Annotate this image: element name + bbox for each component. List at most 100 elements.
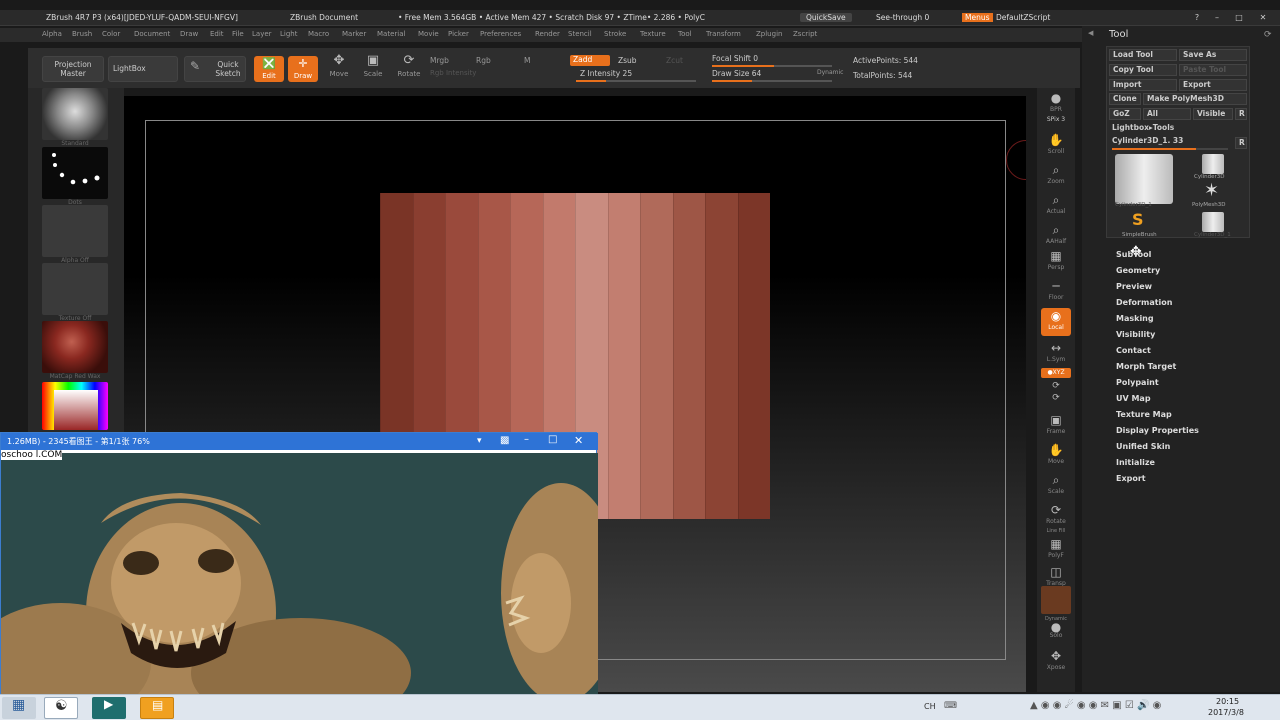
- stroke-selector[interactable]: Dots: [42, 147, 108, 206]
- subpanel-unified-skin[interactable]: Unified Skin: [1116, 442, 1170, 451]
- rotate-view-button[interactable]: ⟳ Rotate: [1041, 502, 1071, 530]
- subpanel-export[interactable]: Export: [1116, 474, 1146, 483]
- solo-button[interactable]: Dynamic ● Solo: [1041, 616, 1071, 644]
- palette-reset-icon[interactable]: ⟳: [1264, 30, 1272, 40]
- viewer-minimize-icon[interactable]: –: [524, 434, 529, 445]
- menu-tool[interactable]: Tool: [678, 30, 692, 38]
- goz-button[interactable]: GoZ: [1109, 108, 1141, 120]
- tool-thumb-cylinder-active[interactable]: [1115, 154, 1173, 204]
- m-button[interactable]: M: [524, 56, 530, 65]
- scale-view-button[interactable]: ⌕ Scale: [1041, 472, 1071, 500]
- zoom-button[interactable]: ⌕ Zoom: [1041, 162, 1071, 190]
- edit-button[interactable]: ❎ Edit: [254, 56, 284, 82]
- aahalf-button[interactable]: ⌕ AAHalf: [1041, 222, 1071, 250]
- move-view-button[interactable]: ✋ Move: [1041, 442, 1071, 470]
- ghost-button[interactable]: [1041, 586, 1071, 614]
- move-button[interactable]: ✥ Move: [322, 52, 356, 84]
- viewer-fullscreen-icon[interactable]: ▩: [500, 435, 509, 446]
- draw-button[interactable]: ✛ Draw: [288, 56, 318, 82]
- xpose-button[interactable]: ✥ Xpose: [1041, 648, 1071, 676]
- spix-slider[interactable]: SPix 3: [1041, 116, 1071, 128]
- simplebrush-s-icon[interactable]: S: [1132, 210, 1144, 229]
- subpanel-morph-target[interactable]: Morph Target: [1116, 362, 1176, 371]
- subpanel-deformation[interactable]: Deformation: [1116, 298, 1172, 307]
- paste-tool-button[interactable]: Paste Tool: [1179, 64, 1247, 76]
- tool-r-button[interactable]: R: [1235, 137, 1247, 149]
- menus-button[interactable]: Menus: [962, 13, 993, 22]
- restore-icon[interactable]: □: [1232, 13, 1246, 23]
- menu-transform[interactable]: Transform: [706, 30, 741, 38]
- export-button[interactable]: Export: [1179, 79, 1247, 91]
- goz-visible-button[interactable]: Visible: [1193, 108, 1233, 120]
- subpanel-display-properties[interactable]: Display Properties: [1116, 426, 1199, 435]
- polyf-button[interactable]: ▦ PolyF: [1041, 536, 1071, 564]
- tray-icons[interactable]: ▲ ◉ ◉ ☄ ◉ ◉ ✉ ▣ ☑ 🔊 ◉: [1030, 700, 1161, 711]
- menu-zscript[interactable]: Zscript: [793, 30, 817, 38]
- material-selector[interactable]: MatCap Red Wax: [42, 321, 108, 380]
- taskbar-app2[interactable]: ▶: [92, 697, 126, 719]
- subpanel-preview[interactable]: Preview: [1116, 282, 1152, 291]
- draw-size-slider[interactable]: Draw Size 64: [712, 69, 761, 78]
- viewer-close-icon[interactable]: ✕: [574, 434, 583, 447]
- rgb-button[interactable]: Rgb: [476, 56, 491, 65]
- menu-file[interactable]: File: [232, 30, 244, 38]
- copy-tool-button[interactable]: Copy Tool: [1109, 64, 1177, 76]
- menu-preferences[interactable]: Preferences: [480, 30, 521, 38]
- zadd-button[interactable]: Zadd: [570, 55, 610, 66]
- rgb-intensity-slider[interactable]: Rgb Intensity: [430, 69, 476, 77]
- color-square[interactable]: [54, 390, 98, 430]
- menu-color[interactable]: Color: [102, 30, 120, 38]
- menu-marker[interactable]: Marker: [342, 30, 366, 38]
- viewer-titlebar[interactable]: 1.26MB) - 2345看图王 - 第1/1张 76% ▾ ▩ – □ ✕: [1, 433, 598, 450]
- subpanel-masking[interactable]: Masking: [1116, 314, 1154, 323]
- import-button[interactable]: Import: [1109, 79, 1177, 91]
- subpanel-initialize[interactable]: Initialize: [1116, 458, 1155, 467]
- focal-shift-track[interactable]: [712, 65, 832, 67]
- menu-alpha[interactable]: Alpha: [42, 30, 62, 38]
- taskbar-image-viewer[interactable]: ▤: [140, 697, 174, 719]
- make-polymesh-button[interactable]: Make PolyMesh3D: [1143, 93, 1247, 105]
- menu-picker[interactable]: Picker: [448, 30, 469, 38]
- scale-button[interactable]: ▣ Scale: [356, 52, 390, 84]
- subpanel-geometry[interactable]: Geometry: [1116, 266, 1160, 275]
- taskbar-zbrush[interactable]: ☯: [44, 697, 78, 719]
- texture-selector[interactable]: Texture Off: [42, 263, 108, 322]
- help-icon[interactable]: ?: [1190, 13, 1204, 23]
- z-intensity-slider[interactable]: Z Intensity 25: [580, 69, 632, 78]
- xyz-button[interactable]: ●XYZ: [1041, 368, 1071, 378]
- start-button[interactable]: ▦: [2, 697, 36, 719]
- image-viewer-window[interactable]: 1.26MB) - 2345看图王 - 第1/1张 76% ▾ ▩ – □ ✕ …: [0, 432, 598, 695]
- subpanel-subtool[interactable]: SubTool: [1116, 250, 1151, 259]
- minimize-icon[interactable]: –: [1210, 13, 1224, 23]
- projection-master-button[interactable]: Projection Master: [42, 56, 104, 82]
- goz-all-button[interactable]: All: [1143, 108, 1191, 120]
- brush-selector[interactable]: Standard: [42, 88, 108, 147]
- lightbox-tools-button[interactable]: Lightbox▸Tools: [1109, 123, 1247, 135]
- palette-arrow-icon[interactable]: ◀: [1088, 29, 1093, 37]
- menu-material[interactable]: Material: [377, 30, 405, 38]
- menu-brush[interactable]: Brush: [72, 30, 92, 38]
- zcut-button[interactable]: Zcut: [666, 56, 683, 65]
- alpha-selector[interactable]: Alpha Off: [42, 205, 108, 264]
- menu-document[interactable]: Document: [134, 30, 170, 38]
- menu-edit[interactable]: Edit: [210, 30, 224, 38]
- mrgb-button[interactable]: Mrgb: [430, 56, 449, 65]
- bpr-button[interactable]: ● BPR: [1041, 90, 1071, 118]
- clone-button[interactable]: Clone: [1109, 93, 1141, 105]
- subpanel-visibility[interactable]: Visibility: [1116, 330, 1155, 339]
- subpanel-contact[interactable]: Contact: [1116, 346, 1151, 355]
- subpanel-polypaint[interactable]: Polypaint: [1116, 378, 1159, 387]
- persp-button[interactable]: ▦ Persp: [1041, 248, 1071, 276]
- menu-macro[interactable]: Macro: [308, 30, 329, 38]
- language-indicator[interactable]: CH: [924, 702, 936, 711]
- tool-palette-title[interactable]: Tool: [1109, 29, 1128, 40]
- actual-button[interactable]: ⌕ Actual: [1041, 192, 1071, 220]
- menu-zplugin[interactable]: Zplugin: [756, 30, 782, 38]
- current-tool-slider[interactable]: Cylinder3D_1. 33: [1109, 136, 1231, 148]
- focal-shift-slider[interactable]: Focal Shift 0: [712, 54, 758, 63]
- save-as-button[interactable]: Save As: [1179, 49, 1247, 61]
- menu-texture[interactable]: Texture: [640, 30, 666, 38]
- floor-button[interactable]: ─ Floor: [1041, 278, 1071, 306]
- polymesh-star-icon[interactable]: ✶: [1204, 180, 1219, 201]
- scroll-button[interactable]: ✋ Scroll: [1041, 132, 1071, 160]
